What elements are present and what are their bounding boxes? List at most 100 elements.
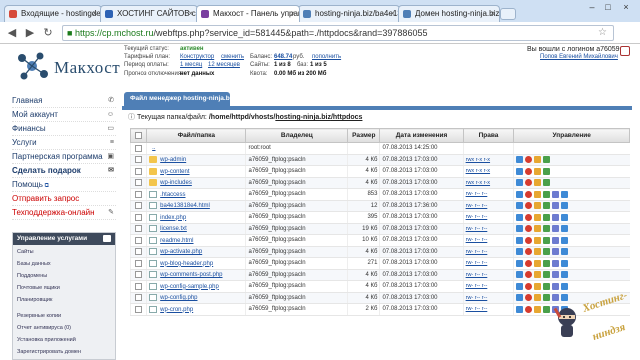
table-row[interactable]: wp-admin a76059_ftplog:psacln 4 Кб 07.08.20… <box>129 154 630 166</box>
sidebar-item-services[interactable]: Услуги ≡ <box>12 136 116 150</box>
rename-icon[interactable] <box>543 225 551 233</box>
download-icon[interactable] <box>516 225 524 233</box>
tab-close-icon[interactable]: × <box>290 6 295 21</box>
col-perms[interactable]: Права <box>462 128 515 143</box>
col-owner[interactable]: Владелец <box>245 128 349 143</box>
file-name-link[interactable]: wp-admin <box>160 157 186 163</box>
delete-icon[interactable] <box>525 225 533 233</box>
delete-icon[interactable] <box>525 156 533 164</box>
download-icon[interactable] <box>516 190 524 198</box>
service-link[interactable]: Базы данных <box>17 261 51 267</box>
table-row[interactable]: .. root:root 07.08.2013 14:25:00 <box>129 142 630 155</box>
perms-link[interactable]: rw- r-- r-- <box>466 260 488 266</box>
file-name-link[interactable]: wp-includes <box>160 180 192 186</box>
row-checkbox[interactable] <box>135 179 143 187</box>
copy-icon[interactable] <box>552 202 560 210</box>
file-name-link[interactable]: wp-cron.php <box>160 307 193 313</box>
archive-icon[interactable] <box>561 282 569 290</box>
edit-icon[interactable] <box>534 225 542 233</box>
perms-link[interactable]: rwx r-x r-x <box>466 168 490 174</box>
archive-icon[interactable] <box>561 248 569 256</box>
row-checkbox[interactable] <box>135 248 143 256</box>
row-checkbox[interactable] <box>135 213 143 221</box>
edit-icon[interactable] <box>534 167 542 175</box>
logo-text[interactable]: Макхост <box>54 58 120 78</box>
file-name-link[interactable]: ba4e13818e4.html <box>160 203 210 209</box>
perms-link[interactable]: rw- r-- r-- <box>466 283 488 289</box>
sidebar-item-help[interactable]: Помощь ⧉ <box>12 178 116 192</box>
sidebar-item-finance[interactable]: Финансы ▭ <box>12 122 116 136</box>
tariff-change-link[interactable]: сменить <box>221 54 244 60</box>
row-checkbox[interactable] <box>135 259 143 267</box>
download-icon[interactable] <box>516 179 524 187</box>
file-name-link[interactable]: index.php <box>160 215 186 221</box>
rename-icon[interactable] <box>543 213 551 221</box>
delete-icon[interactable] <box>525 282 533 290</box>
macchost-logo-icon[interactable] <box>14 50 54 84</box>
topup-link[interactable]: пополнить <box>312 54 341 60</box>
rename-icon[interactable] <box>543 179 551 187</box>
back-arrow-icon[interactable]: ◀ <box>4 25 20 41</box>
row-checkbox[interactable] <box>135 282 143 290</box>
table-row[interactable]: wp-content a76059_ftplog:psacln 4 Кб 07.08.… <box>129 165 630 178</box>
download-icon[interactable] <box>516 271 524 279</box>
edit-icon[interactable] <box>534 179 542 187</box>
table-row[interactable]: wp-includes a76059_ftplog:psacln 4 Кб 07.08… <box>129 177 630 189</box>
archive-icon[interactable] <box>561 236 569 244</box>
file-name-link[interactable]: .htaccess <box>160 192 185 198</box>
browser-tab-active[interactable]: Макхост - Панель управ × <box>196 5 300 22</box>
bookmark-star-icon[interactable]: ☆ <box>598 26 607 40</box>
copy-icon[interactable] <box>552 236 560 244</box>
sidebar-item-partner[interactable]: Партнерская программа ▣ <box>12 150 116 164</box>
table-row[interactable]: .htaccess a76059_ftplog:psacln 853 07.08.20… <box>129 188 630 201</box>
edit-icon[interactable] <box>534 213 542 221</box>
row-checkbox[interactable] <box>135 167 143 175</box>
file-name-link[interactable]: readme.html <box>160 238 193 244</box>
file-name-link[interactable]: wp-activate.php <box>160 249 202 255</box>
rename-icon[interactable] <box>543 190 551 198</box>
path-dir-link[interactable]: /httpdocs <box>331 114 363 121</box>
table-row[interactable]: readme.html a76059_ftplog:psacln 10 Кб 07.0… <box>129 234 630 247</box>
download-icon[interactable] <box>516 236 524 244</box>
copy-icon[interactable] <box>552 213 560 221</box>
table-row[interactable]: wp-comments-post.php a76059_ftplog:psacln… <box>129 269 630 281</box>
table-row[interactable]: wp-blog-header.php a76059_ftplog:psacln 27… <box>129 257 630 270</box>
download-icon[interactable] <box>516 167 524 175</box>
copy-icon[interactable] <box>552 248 560 256</box>
tab-close-icon[interactable]: × <box>390 6 395 21</box>
archive-icon[interactable] <box>561 225 569 233</box>
user-name-link[interactable]: Попов Евгений Михайлович <box>540 54 618 60</box>
browser-tab[interactable]: hosting-ninja.biz/ba4e13 × <box>298 5 400 22</box>
archive-icon[interactable] <box>561 259 569 267</box>
file-name-link[interactable]: wp-config.php <box>160 295 197 301</box>
edit-icon[interactable] <box>534 259 542 267</box>
delete-icon[interactable] <box>525 236 533 244</box>
perms-link[interactable]: rwx r-x r-x <box>466 157 490 163</box>
delete-icon[interactable] <box>525 271 533 279</box>
archive-icon[interactable] <box>561 271 569 279</box>
download-icon[interactable] <box>516 294 524 302</box>
copy-icon[interactable] <box>552 271 560 279</box>
table-row[interactable]: wp-activate.php a76059_ftplog:psacln 4 Кб 0… <box>129 246 630 258</box>
row-checkbox[interactable] <box>135 236 143 244</box>
copy-icon[interactable] <box>552 190 560 198</box>
balance-value[interactable]: 648.74 <box>274 54 292 60</box>
path-domain-link[interactable]: hosting-ninja.biz <box>275 114 331 121</box>
rename-icon[interactable] <box>543 156 551 164</box>
rename-icon[interactable] <box>543 271 551 279</box>
tab-close-icon[interactable]: × <box>92 6 97 21</box>
new-tab-button[interactable] <box>500 8 516 20</box>
perms-link[interactable]: rw- r-- r-- <box>466 295 488 301</box>
download-icon[interactable] <box>516 213 524 221</box>
archive-icon[interactable] <box>561 190 569 198</box>
table-row[interactable]: ba4e13818e4.html a76059_ftplog:psacln 12 07… <box>129 200 630 212</box>
select-all-checkbox[interactable] <box>135 131 143 139</box>
service-link[interactable]: Установка приложений <box>17 337 76 343</box>
file-name-link[interactable]: .. <box>152 145 155 151</box>
file-name-link[interactable]: wp-blog-header.php <box>160 261 213 267</box>
rename-icon[interactable] <box>543 236 551 244</box>
delete-icon[interactable] <box>525 202 533 210</box>
delete-icon[interactable] <box>525 179 533 187</box>
perms-link[interactable]: rw- r-- r-- <box>466 249 488 255</box>
tariff-link[interactable]: Конструктор <box>180 54 214 60</box>
